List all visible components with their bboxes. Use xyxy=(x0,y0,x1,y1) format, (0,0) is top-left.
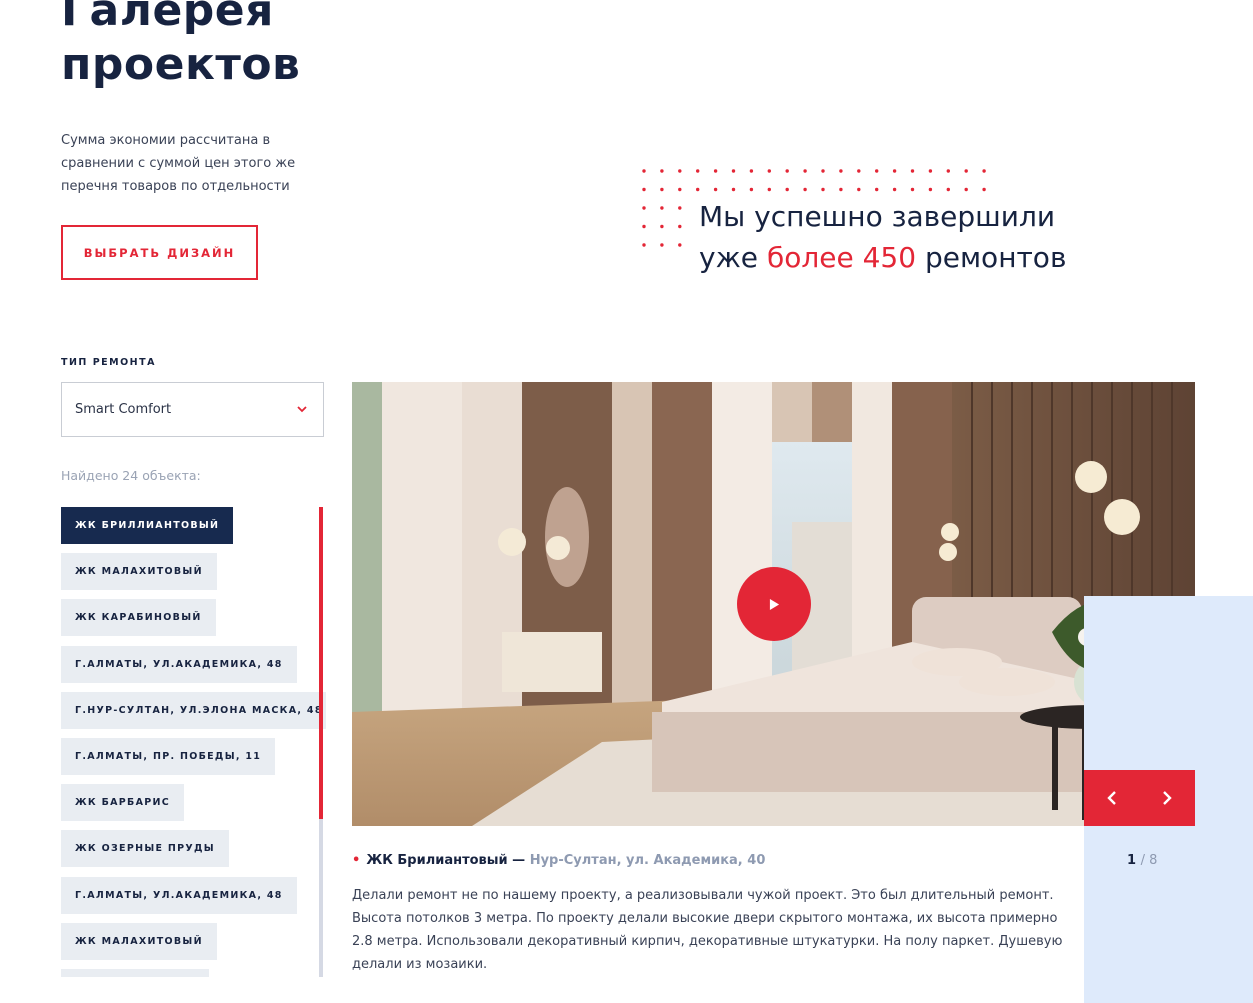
object-list-item[interactable]: Г.АЛМАТЫ, УЛ.АКАДЕМИКА, 48 xyxy=(61,876,297,914)
headline-prefix: уже xyxy=(699,241,759,274)
slide-counter: 1 / 8 xyxy=(1127,853,1157,868)
slide-total: / 8 xyxy=(1140,853,1158,868)
prev-slide-button[interactable] xyxy=(1084,770,1140,826)
next-slide-button[interactable] xyxy=(1140,770,1196,826)
decorative-dot xyxy=(892,169,897,173)
decorative-dot xyxy=(660,169,664,173)
decorative-dot xyxy=(964,169,968,173)
project-caption: • ЖК Брилиантовый — Нур-Султан, ул. Акаде… xyxy=(352,853,765,868)
decorative-dot xyxy=(857,187,861,192)
decorative-dot xyxy=(642,243,646,247)
found-count: Найдено 24 объекта: xyxy=(61,468,201,483)
decorative-dot xyxy=(821,169,825,173)
object-list-item[interactable]: Г.НУР-СУЛТАН, УЛ.ЭЛОНА МАСКА, 48 xyxy=(61,691,326,729)
headline-suffix: ремонтов xyxy=(924,241,1067,274)
decorative-dot xyxy=(928,169,933,173)
decorative-dot xyxy=(946,187,950,192)
object-list-item[interactable]: Г.АЛМАТЫ, УЛ.АКАДЕМИКА, 48 xyxy=(61,645,297,683)
decorative-dot xyxy=(696,169,700,173)
headline-accent: более 450 xyxy=(766,241,917,274)
decorative-dot xyxy=(892,187,897,192)
decorative-dot xyxy=(821,187,825,192)
decorative-dot xyxy=(964,187,968,192)
object-list: ЖК БРИЛЛИАНТОВЫЙ ЖК МАЛАХИТОВЫЙ ЖК КАРАБИН… xyxy=(61,507,326,977)
object-list-item[interactable]: ЖК КАРАБИНОВЫЙ xyxy=(61,599,216,637)
object-list-item[interactable]: ЖК МАЛАХИТОВЫЙ xyxy=(61,922,217,960)
choose-design-button[interactable]: ВЫБРАТЬ ДИЗАЙН xyxy=(61,225,258,280)
decorative-dot xyxy=(839,169,843,173)
decorative-dot xyxy=(785,187,789,192)
decorative-dot xyxy=(982,187,986,192)
page-title: Галерея проектов xyxy=(61,0,300,92)
decorative-dot xyxy=(696,187,700,192)
object-list-item[interactable]: ЖК ОЗЕРНЫЕ ПРУДЫ xyxy=(61,830,229,868)
play-video-button[interactable] xyxy=(737,567,811,641)
select-value: Smart Comfort xyxy=(75,402,172,417)
decorative-dot xyxy=(713,169,718,173)
decorative-dot xyxy=(678,224,682,229)
caption-bullet: • xyxy=(352,853,361,868)
page-title-line-1: Галерея xyxy=(61,0,274,36)
decorative-dot xyxy=(749,187,754,192)
decorative-dot xyxy=(839,187,843,192)
decorative-dot xyxy=(713,187,718,192)
decorative-dot xyxy=(982,169,986,173)
chevron-left-icon xyxy=(1107,791,1116,805)
decorative-dot xyxy=(660,206,664,210)
decorative-dot xyxy=(642,169,646,173)
play-icon xyxy=(769,598,779,610)
chevron-right-icon xyxy=(1163,791,1172,805)
project-description: Делали ремонт не по нашему проекту, а ре… xyxy=(352,888,1063,972)
decorative-dot xyxy=(910,169,915,173)
filter-label: ТИП РЕМОНТА xyxy=(61,357,156,368)
decorative-dot xyxy=(642,187,646,192)
renovation-type-select[interactable]: Smart Comfort xyxy=(61,382,324,437)
headline-line-1: Мы успешно завершили xyxy=(699,200,1056,233)
decorative-dot xyxy=(767,187,771,192)
decorative-dot xyxy=(660,187,664,192)
list-scrollbar-thumb[interactable] xyxy=(319,507,323,819)
slide-current: 1 xyxy=(1127,853,1137,868)
object-list-item[interactable]: ЖК БАРБАРИС xyxy=(61,784,185,822)
chevron-down-icon xyxy=(297,406,307,413)
achievement-headline: Мы успешно завершили уже более 450 ремон… xyxy=(699,196,1066,278)
decorative-dot xyxy=(660,243,664,247)
project-name: ЖК Брилиантовый — xyxy=(366,853,526,868)
decorative-dot xyxy=(857,169,861,173)
decorative-dot xyxy=(910,187,915,192)
decorative-dot xyxy=(928,187,933,192)
decorative-dot xyxy=(803,187,807,192)
gallery-navigation xyxy=(1084,770,1195,826)
decorative-dot xyxy=(660,224,664,229)
object-list-item[interactable] xyxy=(61,969,209,977)
decorative-dot xyxy=(875,187,879,192)
object-list-item[interactable]: ЖК МАЛАХИТОВЫЙ xyxy=(61,553,217,591)
decorative-dot xyxy=(749,169,754,173)
object-list-item[interactable]: ЖК БРИЛЛИАНТОВЫЙ xyxy=(61,507,234,544)
project-address: Нур-Султан, ул. Академика, 40 xyxy=(529,853,766,868)
decorative-dot xyxy=(678,206,682,210)
decorative-dot xyxy=(678,169,682,173)
decorative-dot xyxy=(946,169,950,173)
page-title-line-2: проектов xyxy=(61,39,301,90)
page-subtitle: Сумма экономии рассчитана в сравнении с … xyxy=(61,133,296,194)
decorative-dot xyxy=(678,243,682,247)
decorative-dot xyxy=(803,169,807,173)
decorative-dot xyxy=(642,206,646,210)
decorative-dot xyxy=(678,187,682,192)
decorative-dot xyxy=(767,169,771,173)
decorative-dot xyxy=(731,187,736,192)
decorative-dot xyxy=(785,169,789,173)
object-list-item[interactable]: Г.АЛМАТЫ, ПР. ПОБЕДЫ, 11 xyxy=(61,738,276,775)
decorative-dot xyxy=(642,224,646,229)
decorative-dot xyxy=(731,169,736,173)
decorative-dot xyxy=(875,169,879,173)
